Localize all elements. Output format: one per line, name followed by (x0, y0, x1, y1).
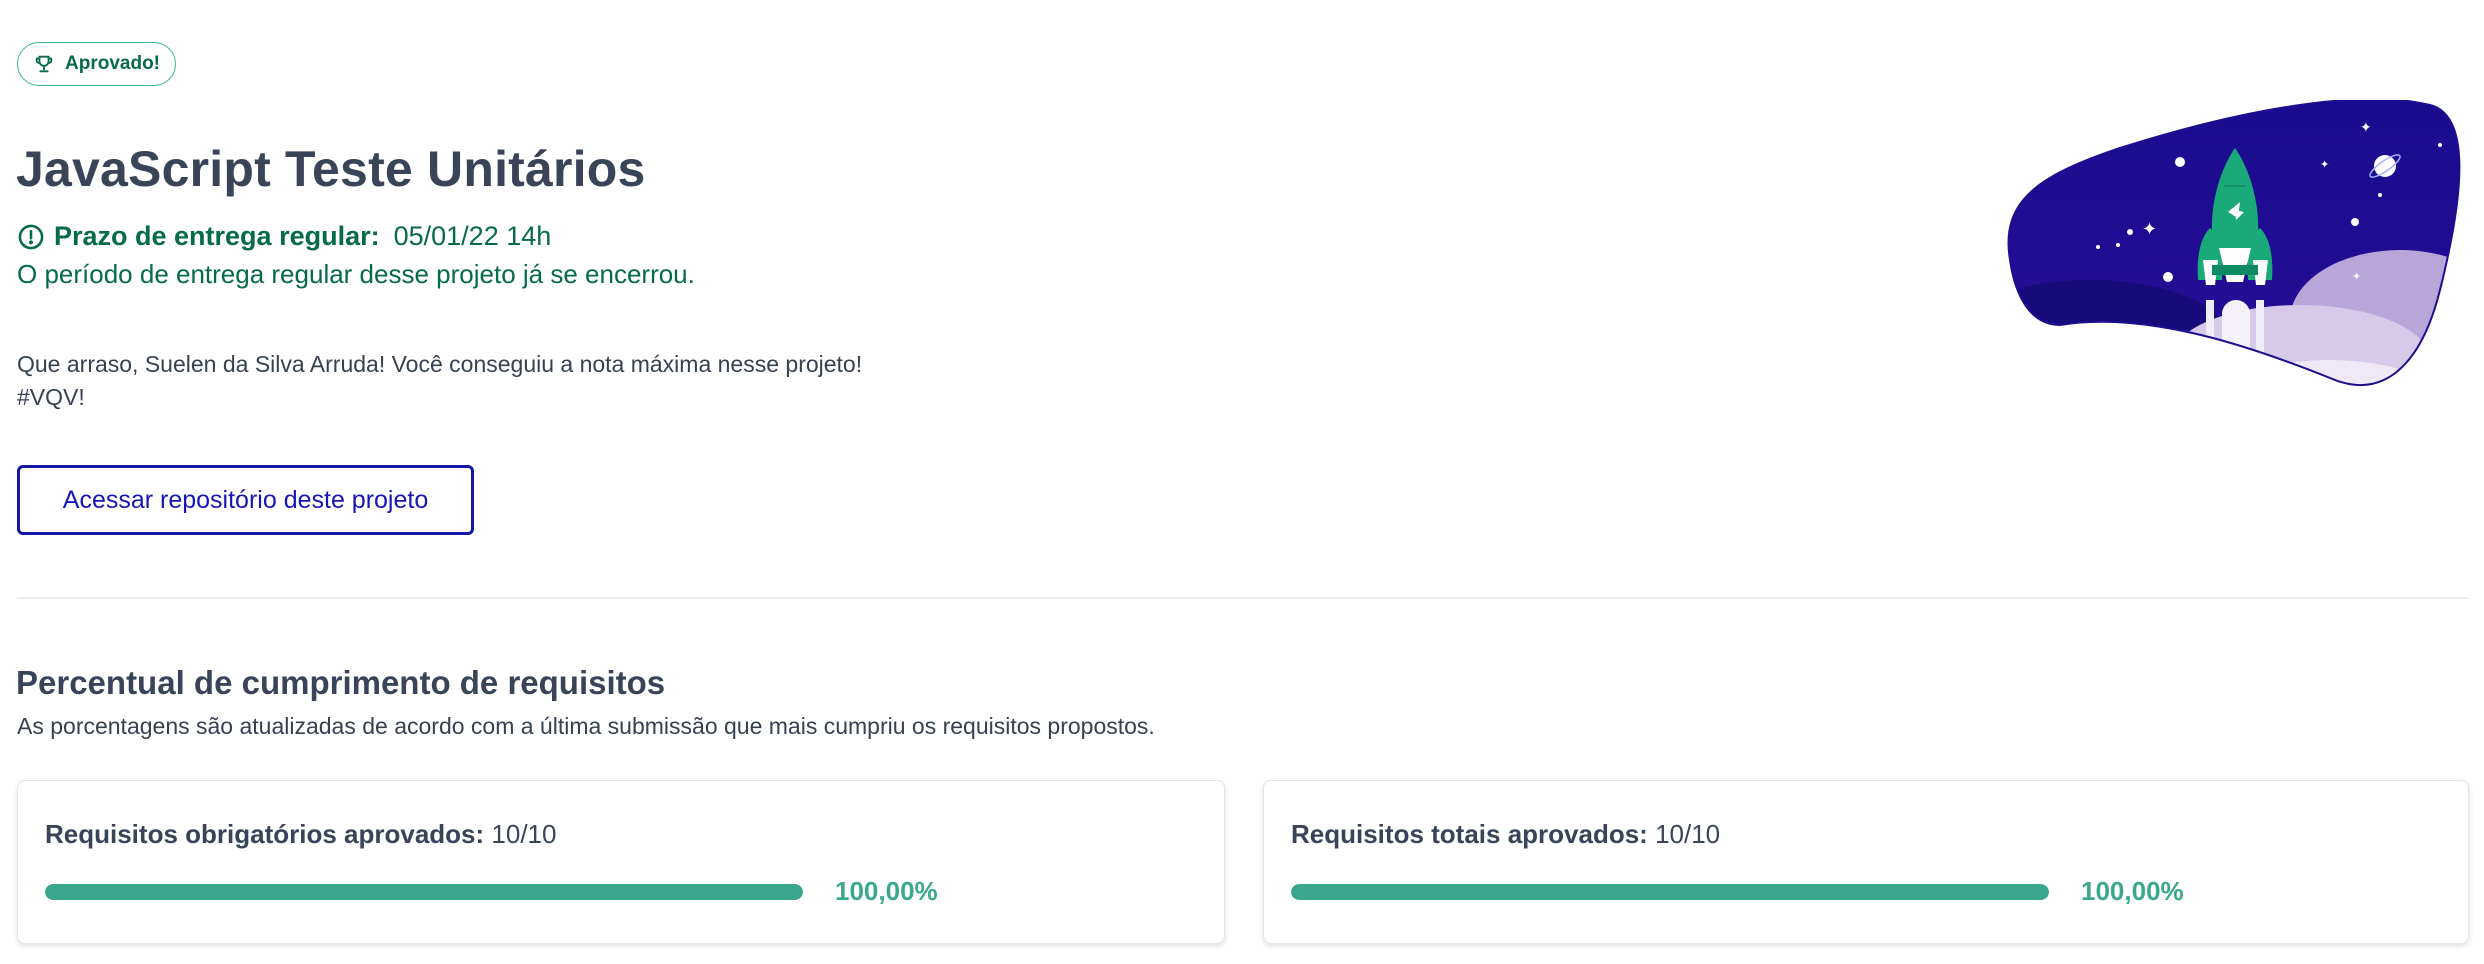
progress-percent: 100,00% (2081, 876, 2184, 906)
alert-circle-icon (18, 224, 44, 249)
total-requirements-card: Requisitos totais aprovados: 10/10 100,0… (1263, 780, 2469, 944)
deadline-label: Prazo de entrega regular: (54, 221, 380, 251)
congrats-message: Que arraso, Suelen da Silva Arruda! Você… (17, 348, 862, 414)
progress-percent: 100,00% (835, 876, 938, 906)
requirements-subtitle: As porcentagens são atualizadas de acord… (17, 713, 1155, 739)
deadline-closed-message: O período de entrega regular desse proje… (17, 259, 695, 289)
svg-text:✦: ✦ (2142, 219, 2157, 240)
congrats-line: Que arraso, Suelen da Silva Arruda! Você… (17, 351, 863, 377)
badge-label: Aprovado! (65, 53, 160, 74)
card-title: Requisitos totais aprovados: 10/10 (1291, 819, 1720, 850)
rocket-illustration: ✦ ✦ ✦ ✦ (2007, 100, 2461, 386)
svg-text:✦: ✦ (2352, 270, 2361, 283)
congrats-hashtag: #VQV! (17, 384, 85, 410)
project-title: JavaScript Teste Unitários (16, 141, 646, 197)
progress-bar (45, 884, 803, 900)
svg-text:✦: ✦ (2360, 120, 2372, 136)
card-title: Requisitos obrigatórios aprovados: 10/10 (45, 819, 556, 850)
section-divider (17, 597, 2469, 599)
mandatory-requirements-card: Requisitos obrigatórios aprovados: 10/10… (17, 780, 1225, 944)
trophy-icon (35, 55, 53, 73)
progress-fill (45, 884, 803, 900)
repository-button[interactable]: Acessar repositório deste projeto (17, 465, 474, 535)
requirements-title: Percentual de cumprimento de requisitos (16, 664, 666, 701)
deadline-row: Prazo de entrega regular: 05/01/22 14h (17, 221, 551, 252)
card-label: Requisitos obrigatórios aprovados: (45, 819, 485, 849)
card-value: 10/10 (1655, 819, 1721, 849)
approved-badge: Aprovado! (17, 42, 176, 86)
card-value: 10/10 (491, 819, 557, 849)
svg-text:✦: ✦ (2320, 158, 2329, 171)
deadline-value: 05/01/22 14h (393, 221, 552, 251)
progress-bar (1291, 884, 2049, 900)
progress-fill (1291, 884, 2049, 900)
card-label: Requisitos totais aprovados: (1291, 819, 1648, 849)
